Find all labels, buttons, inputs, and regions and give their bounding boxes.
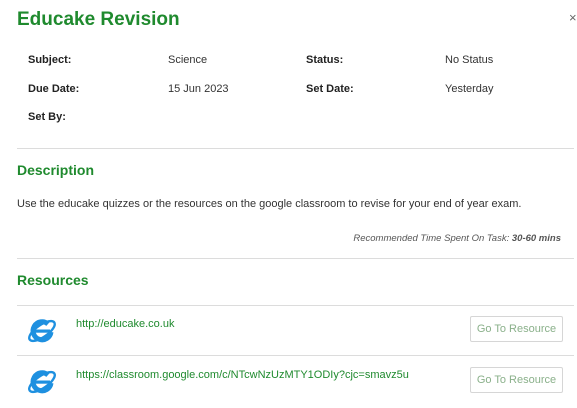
description-heading: Description (17, 162, 95, 178)
set-date-label: Set Date: (306, 83, 354, 95)
set-by-label: Set By: (28, 111, 66, 123)
internet-explorer-icon (28, 319, 56, 343)
recommended-time-value: 30-60 mins (511, 233, 561, 244)
status-value: No Status (445, 54, 494, 66)
resources-heading: Resources (17, 272, 89, 288)
close-icon[interactable]: × (569, 10, 577, 25)
recommended-time: Recommended Time Spent On Task: 30-60 mi… (353, 233, 561, 244)
divider (17, 355, 574, 356)
subject-label: Subject: (28, 54, 72, 66)
resource-link[interactable]: https://classroom.google.com/c/NTcwNzUzM… (76, 369, 409, 381)
due-date-label: Due Date: (28, 83, 80, 95)
recommended-time-label: Recommended Time Spent On Task: (353, 233, 510, 244)
divider (17, 305, 574, 306)
internet-explorer-icon (28, 370, 56, 394)
divider (17, 148, 574, 149)
go-to-resource-button[interactable]: Go To Resource (470, 316, 563, 342)
page-title: Educake Revision (17, 9, 180, 30)
resource-link[interactable]: http://educake.co.uk (76, 318, 174, 330)
divider (17, 258, 574, 259)
subject-value: Science (168, 54, 208, 66)
go-to-resource-button[interactable]: Go To Resource (470, 367, 563, 393)
set-date-value: Yesterday (445, 83, 494, 95)
due-date-value: 15 Jun 2023 (168, 83, 229, 95)
description-text: Use the educake quizzes or the resources… (17, 198, 522, 210)
status-label: Status: (306, 54, 344, 66)
